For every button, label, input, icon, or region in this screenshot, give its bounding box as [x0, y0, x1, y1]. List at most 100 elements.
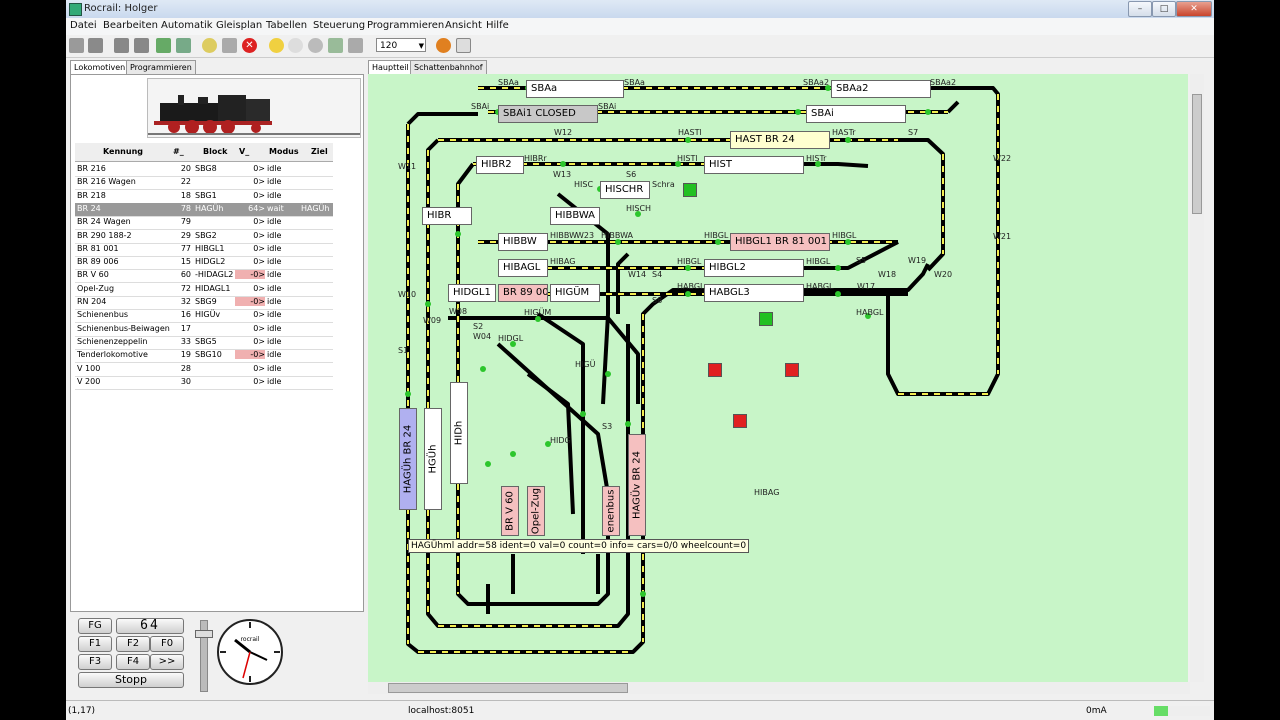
block-HGUh[interactable]: HGÜh [424, 408, 442, 510]
f4-button[interactable]: F4 [116, 654, 150, 670]
table-row[interactable]: BR 89 006 15 HIDGL2 0> idle [75, 256, 333, 271]
grid-icon[interactable] [328, 38, 343, 53]
col-block[interactable]: Block [203, 147, 227, 156]
table-row[interactable]: BR 218 18 SBG1 0> idle [75, 190, 333, 204]
minimize-button[interactable]: – [1128, 1, 1152, 17]
block-HIBGL2[interactable]: HIBGL2 [704, 259, 804, 277]
menu-tabellen[interactable]: Tabellen [266, 20, 307, 31]
f1-button[interactable]: F1 [78, 636, 112, 652]
emergency-stop-icon[interactable]: ✕ [242, 38, 257, 53]
block-HIDh[interactable]: HIDh [450, 382, 468, 484]
block-HIDGL2[interactable]: BR 89 006 [498, 284, 548, 302]
upload-icon[interactable] [156, 38, 171, 53]
more-functions-button[interactable]: >> [150, 654, 184, 670]
f2-button[interactable]: F2 [116, 636, 150, 652]
stop-button[interactable]: Stopp [78, 672, 184, 688]
table-row[interactable]: BR 24 Wagen 79 0> idle [75, 216, 333, 231]
signal-green-2[interactable] [759, 312, 773, 326]
block-HIBBW[interactable]: HIBBW [498, 233, 548, 251]
f3-button[interactable]: F3 [78, 654, 112, 670]
monitor-icon[interactable] [222, 38, 237, 53]
maximize-button[interactable]: □ [1152, 1, 1176, 17]
block-HISCHR[interactable]: HISCHR [600, 181, 650, 199]
table-row[interactable]: RN 204 32 SBG9 -0> idle [75, 296, 333, 310]
signal-red-3[interactable] [733, 414, 747, 428]
table-row[interactable]: BR 81 001 77 HIBGL1 0> idle [75, 243, 333, 257]
block-HAGUh[interactable]: HAGÜh BR 24 [399, 408, 417, 510]
connect-icon[interactable] [88, 38, 103, 53]
col-modus[interactable]: Modus [269, 147, 299, 156]
timer-icon[interactable] [288, 38, 303, 53]
tab-schattenbahnhof[interactable]: Schattenbahnhof [410, 60, 487, 74]
f0-button[interactable]: F0 [150, 636, 184, 652]
block-HIBAGL[interactable]: HIBAGL [498, 259, 548, 277]
table-row[interactable]: BR V 60 60 -HIDAGL2 -0> idle [75, 269, 333, 284]
block-HAST[interactable]: HAST BR 24 [730, 131, 830, 149]
vertical-scrollbar[interactable] [1190, 74, 1204, 682]
block-SBAa2[interactable]: SBAa2 [831, 80, 931, 98]
table-row[interactable]: Opel-Zug 72 HIDAGL1 0> idle [75, 283, 333, 297]
block-SBAa[interactable]: SBAa [526, 80, 624, 98]
block-HIBR[interactable]: HIBR [422, 207, 472, 225]
menu-programmieren[interactable]: Programmieren [367, 20, 444, 31]
table-row[interactable]: Schienenbus 16 HIGÜv 0> idle [75, 309, 333, 324]
menu-steuerung[interactable]: Steuerung [313, 20, 365, 31]
col-v[interactable]: V_ [239, 147, 249, 156]
menu-datei[interactable]: Datei [70, 20, 97, 31]
undo-icon[interactable] [176, 38, 191, 53]
block-BRV60[interactable]: BR V 60 [501, 486, 519, 536]
close-button[interactable]: ✕ [1176, 1, 1212, 17]
table-row[interactable]: Schienenzeppelin 33 SBG5 0> idle [75, 336, 333, 350]
tab-hauptteil[interactable]: Hauptteil [368, 60, 413, 74]
col-ziel[interactable]: Ziel [311, 147, 328, 156]
signal-red-2[interactable] [785, 363, 799, 377]
menu-bearbeiten[interactable]: Bearbeiten [103, 20, 158, 31]
menu-ansicht[interactable]: Ansicht [445, 20, 482, 31]
lightbulb-icon[interactable] [202, 38, 217, 53]
block-SBAi1[interactable]: SBAi1 CLOSED [498, 105, 598, 123]
gear-icon[interactable] [436, 38, 451, 53]
signal-green-1[interactable] [683, 183, 697, 197]
save-as-icon[interactable] [134, 38, 149, 53]
col-kennung[interactable]: Kennung [103, 147, 143, 156]
block-HABGL3[interactable]: HABGL3 [704, 284, 804, 302]
tab-lokomotiven[interactable]: Lokomotiven [70, 60, 130, 74]
menu-automatik[interactable]: Automatik [161, 20, 213, 31]
open-icon[interactable] [69, 38, 84, 53]
horizontal-scroll-thumb[interactable] [388, 683, 628, 693]
table-row[interactable]: BR 24 78 HAGÜh 64> wait HAGÜh [75, 202, 333, 217]
tab-programmieren[interactable]: Programmieren [126, 60, 196, 74]
col-addr[interactable]: #_ [173, 147, 184, 156]
table-row[interactable]: Tenderlokomotive 19 SBG10 -0> idle [75, 349, 333, 364]
horizontal-scrollbar[interactable] [368, 682, 1190, 694]
table-row[interactable]: BR 290 188-2 29 SBG2 0> idle [75, 230, 333, 244]
block-HIBBWA[interactable]: HIBBWA [550, 207, 600, 225]
block-HIST[interactable]: HIST [704, 156, 804, 174]
table-row[interactable]: BR 216 Wagen 22 0> idle [75, 176, 333, 191]
track-plan[interactable]: SBAa SBAa2 SBAi1 CLOSED SBAi HAST BR 24 … [368, 74, 1188, 682]
speed-slider-handle[interactable] [195, 630, 213, 638]
smiley-icon[interactable] [269, 38, 284, 53]
block-Schienenbus[interactable]: enenbus [602, 486, 620, 536]
table-row[interactable]: Schienenbus-Beiwagen 17 0> idle [75, 323, 333, 337]
save-icon[interactable] [114, 38, 129, 53]
block-HIDGL1[interactable]: HIDGL1 [448, 284, 496, 302]
menu-hilfe[interactable]: Hilfe [486, 20, 509, 31]
fg-button[interactable]: FG [78, 618, 112, 634]
zoom-select[interactable]: 120 ▼ [376, 38, 426, 52]
vertical-scroll-thumb[interactable] [1192, 94, 1202, 214]
pdf-icon[interactable] [456, 38, 471, 53]
table-row[interactable]: V 100 28 0> idle [75, 363, 333, 377]
table-row[interactable]: BR 216 20 SBG8 0> idle [75, 163, 333, 177]
signal-red-1[interactable] [708, 363, 722, 377]
block-SBAi[interactable]: SBAi [806, 105, 906, 123]
block-HAGUv[interactable]: HAGÜv BR 24 [628, 434, 646, 536]
block-OpelZug[interactable]: Opel-Zug [527, 486, 545, 536]
print-icon[interactable] [348, 38, 363, 53]
block-HIBGL1[interactable]: HIBGL1 BR 81 001 [730, 233, 830, 251]
cloud-icon[interactable] [308, 38, 323, 53]
menu-gleisplan[interactable]: Gleisplan [216, 20, 262, 31]
table-row[interactable]: V 200 30 0> idle [75, 376, 333, 390]
block-HIGUM[interactable]: HIGÜM [550, 284, 600, 302]
block-HIBR2[interactable]: HIBR2 [476, 156, 524, 174]
